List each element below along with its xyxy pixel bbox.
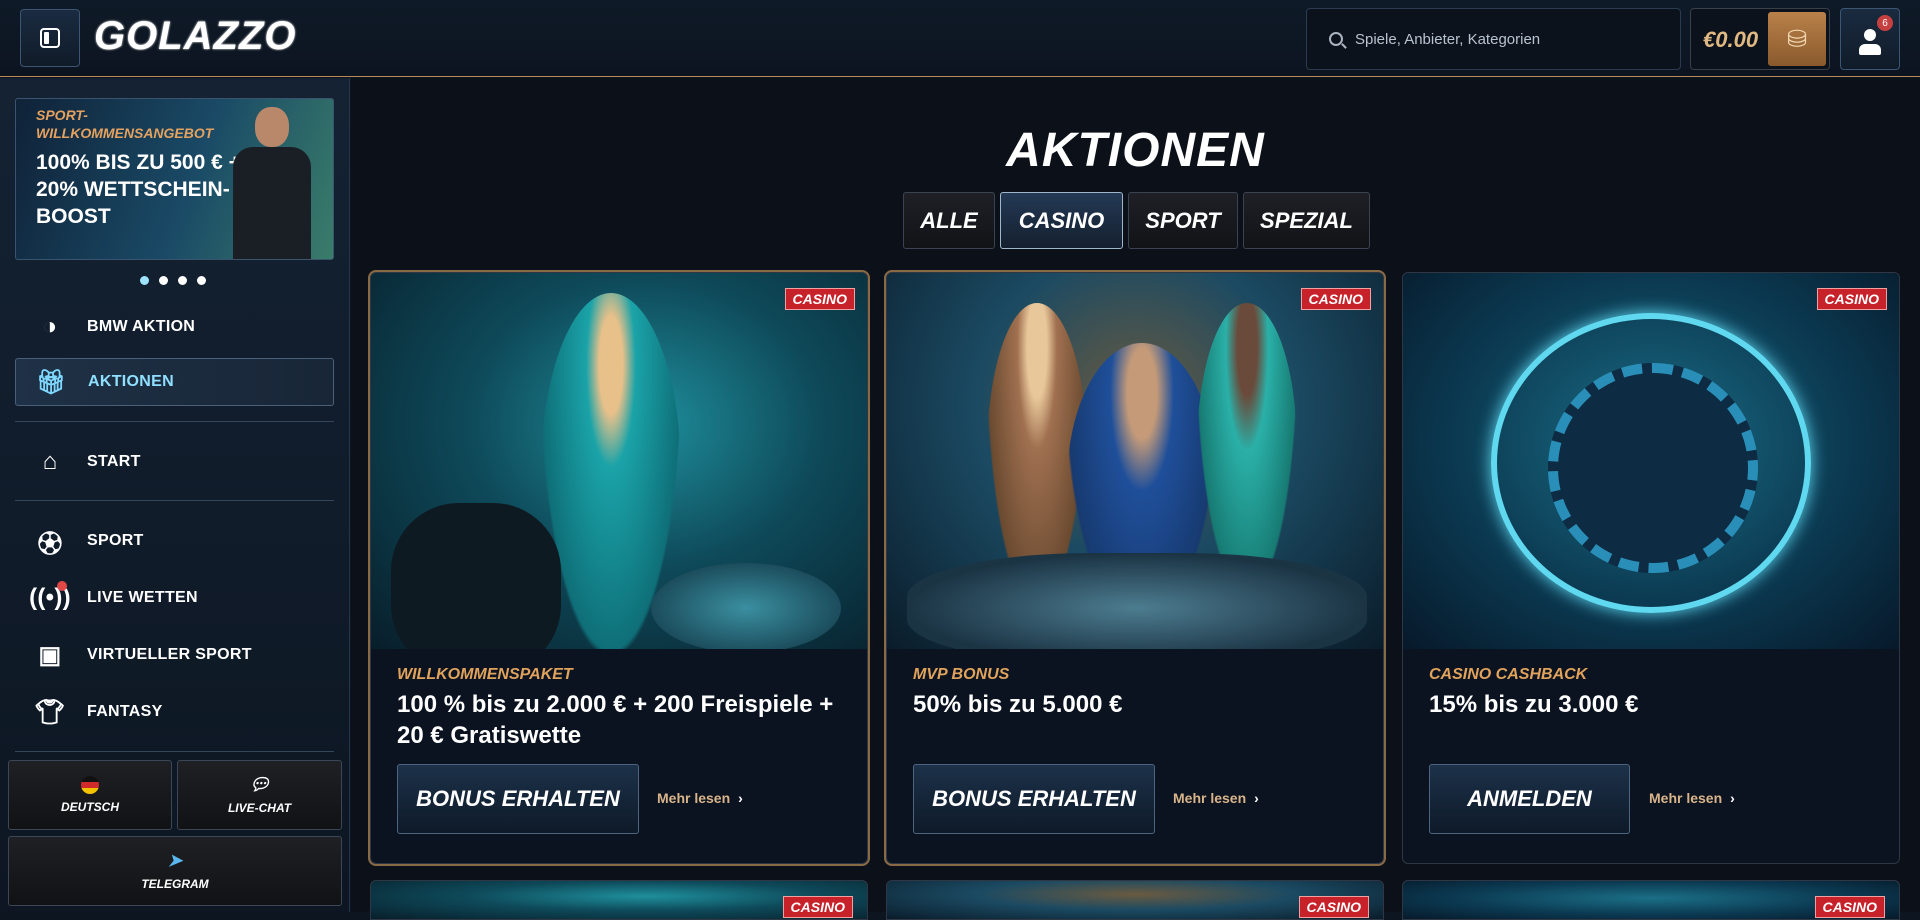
carousel-dot[interactable]	[197, 276, 206, 285]
language-label: DEUTSCH	[60, 800, 119, 814]
promo-card-label: WILLKOMMENSPAKET	[397, 666, 573, 683]
category-badge: CASINO	[1298, 896, 1369, 918]
promo-card-image: CASINO	[1403, 273, 1899, 649]
sidebar-promo-banner[interactable]: SPORT-WILLKOMMENSANGEBOT 100% BIS ZU 500…	[15, 98, 334, 260]
search-placeholder: Spiele, Anbieter, Kategorien	[1355, 30, 1541, 48]
promo-card[interactable]: CASINO WILLKOMMENSPAKET 100 % bis zu 2.0…	[370, 272, 868, 864]
poker-chip-graphic	[1548, 363, 1758, 573]
filter-tabs: ALLE CASINO SPORT SPEZIAL	[903, 192, 1370, 249]
home-icon: ⌂	[42, 448, 58, 475]
german-flag-icon	[81, 776, 99, 794]
logo[interactable]: GOLAZZO	[94, 14, 297, 59]
sidebar-toggle-icon	[40, 28, 60, 48]
sidebar-item-aktionen[interactable]: 🎁︎ AKTIONEN	[15, 358, 334, 406]
mehr-lesen-link[interactable]: Mehr lesen ›	[657, 790, 743, 806]
sidebar-item-label: START	[87, 453, 141, 470]
sidebar-item-label: SPORT	[87, 532, 144, 549]
sidebar-item-virtueller-sport[interactable]: ▣ VIRTUELLER SPORT	[15, 631, 334, 679]
search-input[interactable]: Spiele, Anbieter, Kategorien	[1306, 8, 1681, 70]
mehr-lesen-link[interactable]: Mehr lesen ›	[1649, 790, 1735, 806]
telegram-label: TELEGRAM	[141, 877, 209, 891]
carousel-dot[interactable]	[159, 276, 168, 285]
notification-badge: 6	[1877, 15, 1893, 31]
tab-alle[interactable]: ALLE	[903, 192, 995, 249]
carousel-dot[interactable]	[140, 276, 149, 285]
sidebar-toggle-button[interactable]	[20, 9, 80, 67]
telegram-icon: ➤	[167, 851, 183, 870]
category-badge: CASINO	[1816, 288, 1887, 310]
bonus-erhalten-button[interactable]: BONUS ERHALTEN	[397, 764, 639, 834]
live-chat-button[interactable]: 💬︎ LIVE-CHAT	[177, 760, 342, 830]
gift-icon: 🎁︎	[35, 368, 67, 396]
carousel-dot[interactable]	[178, 276, 187, 285]
coins-plus-icon: ⛁	[1786, 25, 1808, 53]
chevron-right-icon: ›	[738, 790, 743, 806]
promo-card[interactable]: CASINO MVP BONUS 50% bis zu 5.000 € BONU…	[886, 272, 1384, 864]
divider	[15, 421, 334, 422]
sidebar-item-start[interactable]: ⌂ START	[15, 438, 334, 486]
promo-card-image: CASINO	[887, 273, 1383, 649]
user-icon	[1864, 29, 1876, 41]
sidebar-item-fantasy[interactable]: 👕︎ FANTASY	[15, 688, 334, 736]
promo-subtitle: SPORT-WILLKOMMENSANGEBOT	[36, 107, 214, 141]
search-icon	[1329, 32, 1343, 46]
main-content: AKTIONEN ALLE CASINO SPORT SPEZIAL CASIN…	[351, 78, 1920, 920]
sidebar-item-label: VIRTUELLER SPORT	[87, 646, 252, 663]
tab-sport[interactable]: SPORT	[1128, 192, 1238, 249]
sidebar-item-label: LIVE WETTEN	[87, 589, 198, 606]
telegram-button[interactable]: ➤ TELEGRAM	[8, 836, 342, 906]
promo-card-title: 50% bis zu 5.000 €	[913, 691, 1123, 718]
balance-widget[interactable]: €0.00 ⛁	[1690, 8, 1830, 70]
category-badge: CASINO	[1300, 288, 1371, 310]
page-title: AKTIONEN	[1006, 124, 1265, 177]
chevron-right-icon: ›	[1254, 790, 1259, 806]
live-broadcast-icon: ((•))	[29, 581, 71, 613]
tab-spezial[interactable]: SPEZIAL	[1243, 192, 1370, 249]
promo-card-image: CASINO	[371, 273, 867, 649]
virtual-screen-icon: ▣	[38, 641, 62, 669]
sidebar-item-sport[interactable]: ⚽︎ SPORT	[15, 517, 334, 565]
live-indicator	[57, 581, 67, 591]
divider	[15, 500, 334, 501]
promo-card-title: 15% bis zu 3.000 €	[1429, 691, 1639, 718]
chevron-right-icon: ›	[1730, 790, 1735, 806]
sidebar-item-label: AKTIONEN	[88, 373, 174, 390]
sidebar: SPORT-WILLKOMMENSANGEBOT 100% BIS ZU 500…	[0, 78, 350, 912]
top-bar: GOLAZZO Spiele, Anbieter, Kategorien €0.…	[0, 0, 1920, 77]
bmw-icon: ◑	[42, 313, 58, 340]
promo-card-label: CASINO CASHBACK	[1429, 666, 1588, 683]
jersey-icon: 👕︎	[34, 698, 66, 726]
promo-card[interactable]: CASINO	[370, 880, 868, 920]
mehr-lesen-link[interactable]: Mehr lesen ›	[1173, 790, 1259, 806]
promo-card-title: 100 % bis zu 2.000 € + 200 Freispiele + …	[397, 691, 834, 749]
bonus-erhalten-button[interactable]: BONUS ERHALTEN	[913, 764, 1155, 834]
chat-bubble-icon: 💬︎	[248, 775, 271, 794]
tab-casino[interactable]: CASINO	[1000, 192, 1123, 249]
language-button[interactable]: DEUTSCH	[8, 760, 172, 830]
promo-card[interactable]: CASINO	[1402, 880, 1900, 920]
promo-card-label: MVP BONUS	[913, 666, 1010, 683]
sidebar-item-bmw-aktion[interactable]: ◑ BMW AKTION	[15, 303, 334, 351]
anmelden-button[interactable]: ANMELDEN	[1429, 764, 1630, 834]
promo-title: 100% BIS ZU 500 € + 20% WETTSCHEIN-BOOST	[36, 151, 241, 228]
category-badge: CASINO	[784, 288, 855, 310]
promo-card[interactable]: CASINO	[886, 880, 1384, 920]
soccer-ball-icon: ⚽︎	[37, 530, 63, 558]
category-badge: CASINO	[1814, 896, 1885, 918]
balance-amount: €0.00	[1703, 27, 1759, 52]
promo-player-image	[225, 107, 315, 259]
sidebar-item-label: FANTASY	[87, 703, 163, 720]
account-button[interactable]: 6	[1840, 8, 1900, 70]
deposit-button[interactable]: ⛁	[1768, 12, 1826, 66]
sidebar-item-live-wetten[interactable]: ((•)) LIVE WETTEN	[15, 574, 334, 622]
category-badge: CASINO	[782, 896, 853, 918]
sidebar-item-label: BMW AKTION	[87, 318, 196, 335]
carousel-dots	[140, 276, 206, 285]
live-chat-label: LIVE-CHAT	[227, 801, 292, 815]
promo-card[interactable]: CASINO CASINO CASHBACK 15% bis zu 3.000 …	[1402, 272, 1900, 864]
divider	[15, 751, 334, 752]
